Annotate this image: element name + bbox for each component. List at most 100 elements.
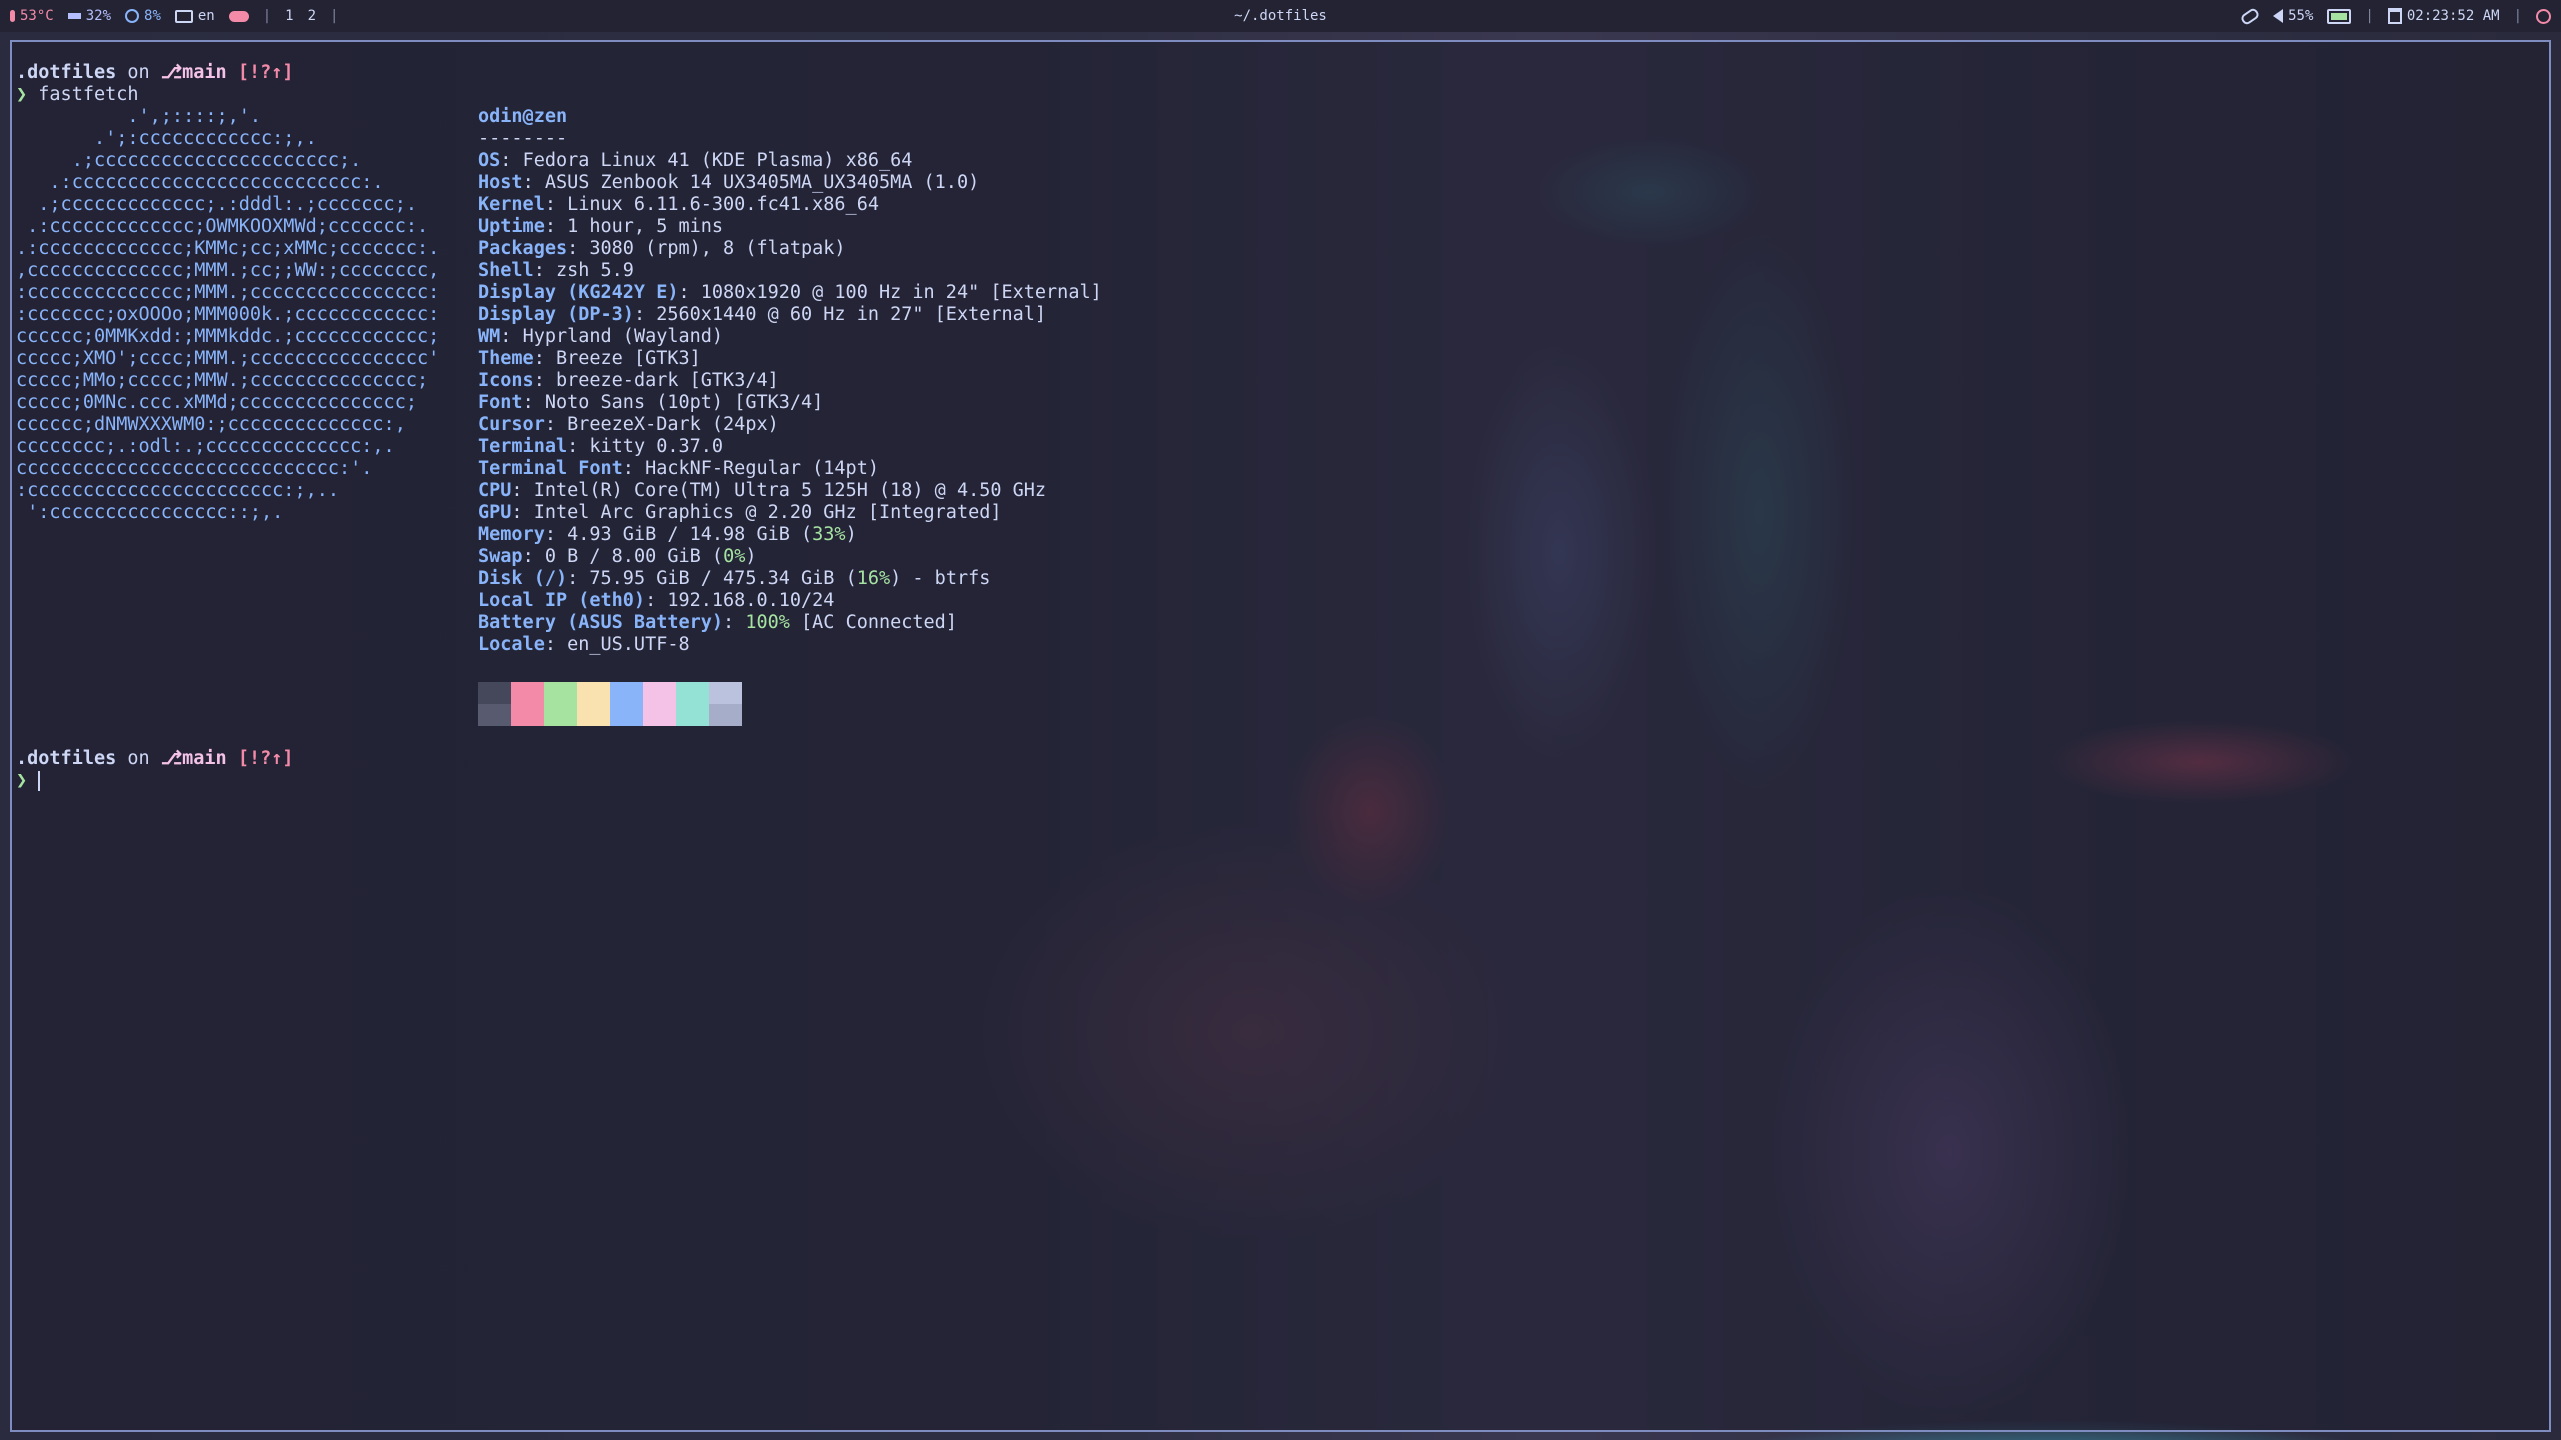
palette-swatch-normal [511,682,544,704]
palette-swatch-bright [544,704,577,726]
logo-line: ccccc;XMO';cccc;MMM.;cccccccccccccccc' [16,348,440,369]
info-key: Local IP (eth0) [478,590,646,611]
info-value: Intel(R) Core(TM) Ultra 5 125H (18) @ 4.… [533,480,1047,501]
info-key: Cursor [478,414,545,435]
prompt-line: .dotfiles on ⎇main [!?↑] [16,62,294,84]
logo-line: ':cccccccccccccccc::;,. [16,502,284,523]
info-value: 192.168.0.10/24 [667,590,835,611]
fedora-ascii-logo: .',;::::;,'. .';:cccccccccccc:;,. .;cccc… [16,106,439,524]
memory-icon [67,13,81,19]
info-value: Intel Arc Graphics @ 2.20 GHz [Integrate… [533,502,1002,523]
info-row: Font: Noto Sans (10pt) [GTK3/4] [478,392,824,413]
logo-line: .;cccccccccccccccccccccc;. [16,150,362,171]
palette-swatch-bright [478,704,511,726]
info-key: Memory [478,524,545,545]
prompt-directory: .dotfiles [16,62,117,83]
clock-value: 02:23:52 AM [2406,8,2500,24]
user-host: odin@zen [478,106,568,127]
info-value: Hyprland (Wayland) [522,326,724,347]
palette-swatch [676,682,709,726]
temperature-widget[interactable]: 53°C [10,8,54,24]
palette-swatch [643,682,676,726]
workspace-1[interactable]: 1 [285,8,293,24]
logo-line: :ccccccccccccccccccccccc:;,.. [16,480,340,501]
info-value: zsh 5.9 [555,260,634,281]
network-link-icon[interactable] [2239,6,2261,26]
prompt-line: .dotfiles on ⎇main [!?↑] [16,748,294,770]
palette-swatch [610,682,643,726]
volume-value: 55% [2288,8,2314,24]
info-row: Packages: 3080 (rpm), 8 (flatpak) [478,238,846,259]
logo-line: ccccc;0MNc.ccc.xMMd;ccccccccccccccc; [16,392,417,413]
info-row: Uptime: 1 hour, 5 mins [478,216,724,237]
info-percent: 100% [745,612,790,633]
info-percent: 0% [723,546,746,567]
volume-widget[interactable]: 55% [2273,8,2313,24]
palette-swatch-normal [610,682,643,704]
info-key: Locale [478,634,545,655]
info-key: Font [478,392,523,413]
info-row: Memory: 4.93 GiB / 14.98 GiB (33%) [478,524,857,545]
logo-line: .';:cccccccccccc:;,. [16,128,317,149]
cpu-icon [125,9,140,23]
palette-swatch-normal [643,682,676,704]
logo-line: .;ccccccccccccc;.:dddl:.;ccccccc;. [16,194,417,215]
status-bar: 53°C 32% 8% en | 1 2 | ~/.dotfiles 55% |… [0,0,2561,32]
battery-icon[interactable] [2327,8,2352,24]
info-row: GPU: Intel Arc Graphics @ 2.20 GHz [Inte… [478,502,1002,523]
info-value: 75.95 GiB / 475.34 GiB ( [589,568,857,589]
info-value: en_US.UTF-8 [567,634,690,655]
logo-line: cccccc;dNMWXXXWM0:;cccccccccccccc:, [16,414,406,435]
workspace-2[interactable]: 2 [308,8,316,24]
color-palette [478,682,742,726]
info-key: Display (DP-3) [478,304,634,325]
power-icon[interactable] [2536,8,2551,24]
keyboard-layout-widget[interactable]: en [174,8,215,24]
separator: | [330,8,339,24]
info-value: BreezeX-Dark (24px) [567,414,779,435]
memory-widget[interactable]: 32% [67,8,111,24]
info-row: Terminal Font: HackNF-Regular (14pt) [478,458,879,479]
terminal-first-prompt: .dotfiles on ⎇main [!?↑] ❯ fastfetch [16,62,294,106]
info-row: Terminal: kitty 0.37.0 [478,436,724,457]
palette-swatch-bright [577,704,610,726]
palette-swatch-bright [709,704,742,726]
info-row: Kernel: Linux 6.11.6-300.fc41.x86_64 [478,194,879,215]
prompt-git-status: [!?↑] [237,748,294,769]
info-row: CPU: Intel(R) Core(TM) Ultra 5 125H (18)… [478,480,1047,501]
info-row: Display (KG242Y E): 1080x1920 @ 100 Hz i… [478,282,1102,303]
prompt-on: on [127,62,150,83]
info-value: 3080 (rpm), 8 (flatpak) [589,238,846,259]
command-line: ❯ fastfetch [16,84,294,106]
palette-swatch-normal [709,682,742,704]
info-key: Kernel [478,194,545,215]
separator: | [262,8,272,24]
info-key: WM [478,326,501,347]
text-cursor [38,771,41,791]
keyboard-layout-value: en [197,8,215,24]
cpu-widget[interactable]: 8% [125,8,161,24]
info-key: Swap [478,546,523,567]
info-row: Battery (ASUS Battery): 100% [AC Connect… [478,612,957,633]
terminal-second-prompt: .dotfiles on ⎇main [!?↑] ❯ [16,748,294,792]
palette-swatch-normal [676,682,709,704]
palette-swatch-bright [676,704,709,726]
info-value: Breeze [GTK3] [555,348,701,369]
info-key: Terminal [478,436,568,457]
prompt-on: on [127,748,150,769]
info-row: Display (DP-3): 2560x1440 @ 60 Hz in 27"… [478,304,1047,325]
logo-line: :cccccccccccccc;MMM.;cccccccccccccccc: [16,282,440,303]
info-key: Packages [478,238,568,259]
input-line[interactable]: ❯ [16,770,294,792]
logo-line: ccccccccccccccccccccccccccccc:'. [16,458,373,479]
status-bar-left: 53°C 32% 8% en | 1 2 | [10,8,1234,24]
info-tail: [AC Connected] [789,612,957,633]
logo-line: .:ccccccccccccc;OWMKOOXMWd;ccccccc:. [16,216,429,237]
info-key: Display (KG242Y E) [478,282,679,303]
command-text: fastfetch [38,84,139,105]
clock-widget[interactable]: 02:23:52 AM [2387,8,2500,24]
info-tail: ) - btrfs [890,568,991,589]
weather-cloud-icon[interactable] [228,10,249,22]
info-key: Terminal Font [478,458,623,479]
info-key: Icons [478,370,534,391]
